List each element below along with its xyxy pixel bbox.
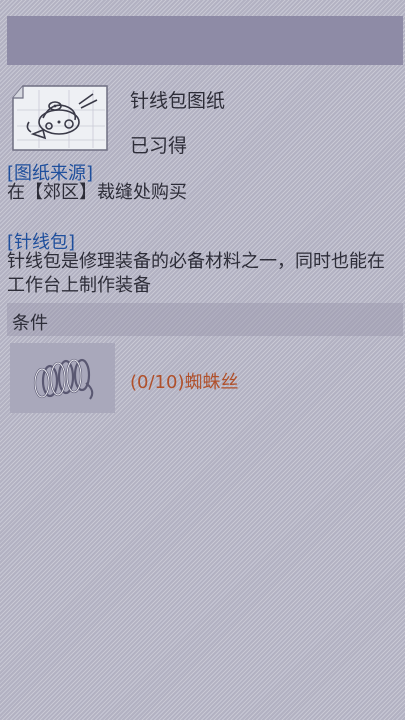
item-name: 针线包图纸: [130, 90, 226, 112]
source-text: 在【郊区】裁缝处购买: [7, 182, 187, 203]
requirement-progress: (0/10): [130, 372, 185, 393]
conditions-label: 条件: [12, 313, 48, 334]
blueprint-icon: [9, 82, 112, 154]
top-bar: [7, 16, 403, 65]
spider-silk-coil-icon: [33, 358, 94, 400]
requirement-material: 蜘蛛丝: [184, 372, 239, 393]
requirement-slot[interactable]: [10, 343, 115, 413]
description-text: 针线包是修理装备的必备材料之一，同时也能在工作台上制作装备: [7, 251, 385, 296]
learned-status: 已习得: [130, 135, 188, 157]
conditions-header: [7, 303, 403, 336]
requirement-text: (0/10)蜘蛛丝: [130, 368, 238, 394]
